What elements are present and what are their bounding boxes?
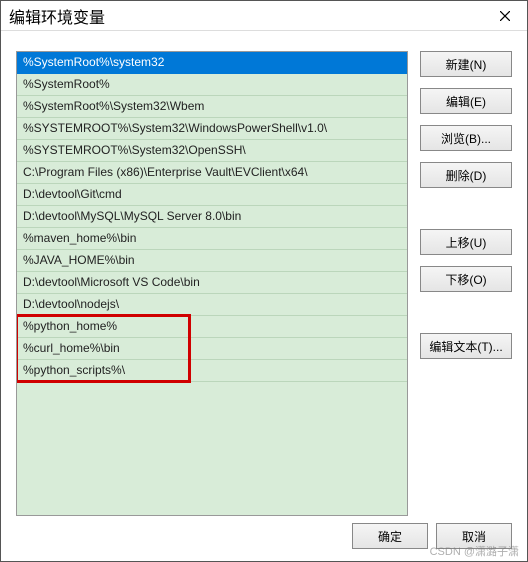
list-item[interactable]: %SYSTEMROOT%\System32\OpenSSH\ [17,140,407,162]
list-item[interactable]: %python_scripts%\ [17,360,407,382]
list-item[interactable]: %maven_home%\bin [17,228,407,250]
list-item[interactable]: C:\Program Files (x86)\Enterprise Vault\… [17,162,407,184]
list-item[interactable]: %SYSTEMROOT%\System32\WindowsPowerShell\… [17,118,407,140]
browse-button[interactable]: 浏览(B)... [420,125,512,151]
close-icon [500,11,510,21]
edit-text-button[interactable]: 编辑文本(T)... [420,333,512,359]
list-item[interactable]: %curl_home%\bin [17,338,407,360]
button-column: 新建(N) 编辑(E) 浏览(B)... 删除(D) 上移(U) 下移(O) 编… [420,51,512,516]
list-item[interactable]: D:\devtool\Git\cmd [17,184,407,206]
close-button[interactable] [483,1,527,31]
list-item[interactable]: %SystemRoot%\System32\Wbem [17,96,407,118]
window-title: 编辑环境变量 [9,4,105,28]
cancel-button[interactable]: 取消 [436,523,512,549]
titlebar: 编辑环境变量 [1,1,527,31]
new-button[interactable]: 新建(N) [420,51,512,77]
list-item[interactable]: D:\devtool\MySQL\MySQL Server 8.0\bin [17,206,407,228]
list-item[interactable]: D:\devtool\nodejs\ [17,294,407,316]
list-item[interactable]: %SystemRoot% [17,74,407,96]
list-item[interactable]: %SystemRoot%\system32 [17,52,407,74]
list-item[interactable]: D:\devtool\Microsoft VS Code\bin [17,272,407,294]
move-down-button[interactable]: 下移(O) [420,266,512,292]
dialog-content: %SystemRoot%\system32%SystemRoot%%System… [1,31,527,516]
list-item[interactable]: %JAVA_HOME%\bin [17,250,407,272]
path-list[interactable]: %SystemRoot%\system32%SystemRoot%%System… [16,51,408,516]
edit-button[interactable]: 编辑(E) [420,88,512,114]
list-item[interactable]: %python_home% [17,316,407,338]
dialog-footer: 确定 取消 [352,523,512,549]
move-up-button[interactable]: 上移(U) [420,229,512,255]
delete-button[interactable]: 删除(D) [420,162,512,188]
ok-button[interactable]: 确定 [352,523,428,549]
